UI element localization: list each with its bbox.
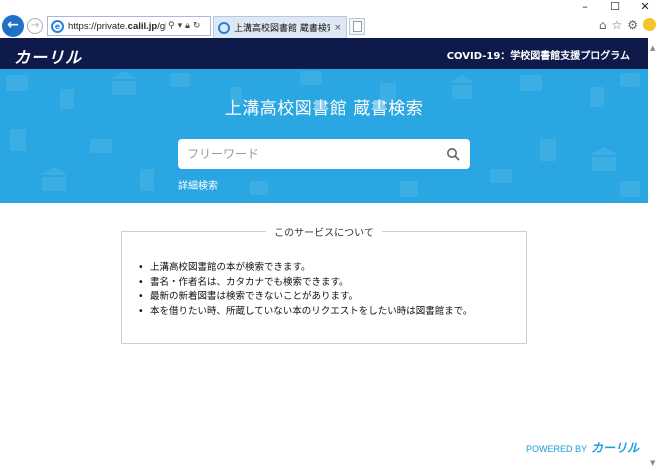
home-icon[interactable]: ⌂	[599, 18, 607, 32]
advanced-search-link[interactable]: 詳細検索	[178, 177, 218, 192]
list-item: 書名・作者名は、カタカナでも検索できます。	[138, 276, 472, 291]
library-pattern-background	[6, 71, 640, 197]
window-controls: – ☐ ✕	[570, 0, 660, 14]
maximize-button[interactable]: ☐	[600, 0, 630, 14]
search-icon[interactable]	[446, 147, 460, 161]
list-item: 上溝高校図書館の本が検索できます。	[138, 261, 472, 276]
favorites-star-icon[interactable]: ☆	[611, 18, 622, 32]
dropdown-icon[interactable]: ▾	[178, 21, 183, 31]
tab-title: 上溝高校図書館 蔵書検索	[234, 24, 330, 34]
lock-icon[interactable]: 🔒︎	[185, 21, 190, 31]
close-window-button[interactable]: ✕	[630, 0, 660, 14]
about-list: 上溝高校図書館の本が検索できます。 書名・作者名は、カタカナでも検索できます。 …	[138, 261, 472, 319]
refresh-icon[interactable]: ↻	[193, 21, 201, 31]
search-box	[178, 139, 470, 169]
hero-search-section: 上溝高校図書館 蔵書検索 詳細検索	[0, 69, 648, 203]
calil-footer-logo: カーリル	[591, 441, 640, 455]
address-bar[interactable]: e https://private.calil.jp/gk-2 ⚲ ▾ 🔒︎ ↻	[47, 16, 211, 36]
feedback-smiley-icon[interactable]	[643, 18, 656, 31]
page-title: 上溝高校図書館 蔵書検索	[224, 99, 424, 119]
browser-tools: ⌂ ☆ ⚙	[599, 18, 656, 32]
covid-support-link[interactable]: COVID-19：学校図書館支援プログラム	[447, 47, 630, 62]
browser-tab[interactable]: 上溝高校図書館 蔵書検索 ×	[213, 16, 347, 38]
ie-page-icon: e	[51, 19, 64, 33]
about-service-box: このサービスについて 上溝高校図書館の本が検索できます。 書名・作者名は、カタカ…	[121, 228, 527, 344]
new-tab-button[interactable]	[349, 18, 365, 35]
list-item: 最新の新着図書は検索できないことがあります。	[138, 290, 472, 305]
search-icon[interactable]: ⚲	[168, 21, 175, 31]
site-header: カーリル COVID-19：学校図書館支援プログラム	[0, 38, 648, 69]
tab-close-button[interactable]: ×	[334, 23, 342, 33]
calil-logo[interactable]: カーリル	[14, 44, 82, 68]
url-text[interactable]: https://private.calil.jp/gk-2	[68, 21, 166, 32]
search-input[interactable]	[178, 139, 438, 169]
arrow-left-icon: ←	[7, 17, 19, 33]
settings-gear-icon[interactable]: ⚙	[627, 18, 638, 32]
minimize-button[interactable]: –	[570, 0, 600, 14]
list-item: 本を借りたい時、所蔵していない本のリクエストをしたい時は図書館まで。	[138, 305, 472, 320]
powered-by-calil-link[interactable]: POWERED BY カーリル	[526, 439, 639, 456]
about-legend: このサービスについて	[122, 224, 526, 239]
forward-button[interactable]: →	[27, 18, 43, 34]
tab-favicon-icon	[218, 21, 230, 34]
back-button[interactable]: ←	[2, 15, 24, 37]
scroll-down-icon[interactable]: ▼	[650, 459, 655, 467]
browser-chrome: – ☐ ✕ ← → e https://private.calil.jp/gk-…	[0, 0, 660, 38]
new-tab-icon	[353, 21, 362, 32]
scroll-up-icon[interactable]: ▲	[650, 44, 655, 52]
arrow-right-icon: →	[30, 20, 40, 31]
page-scrollbar[interactable]: ▲ ▼	[648, 38, 660, 471]
navigation-bar: ← → e https://private.calil.jp/gk-2 ⚲ ▾ …	[0, 14, 660, 38]
powered-by-text: POWERED BY	[526, 444, 588, 454]
